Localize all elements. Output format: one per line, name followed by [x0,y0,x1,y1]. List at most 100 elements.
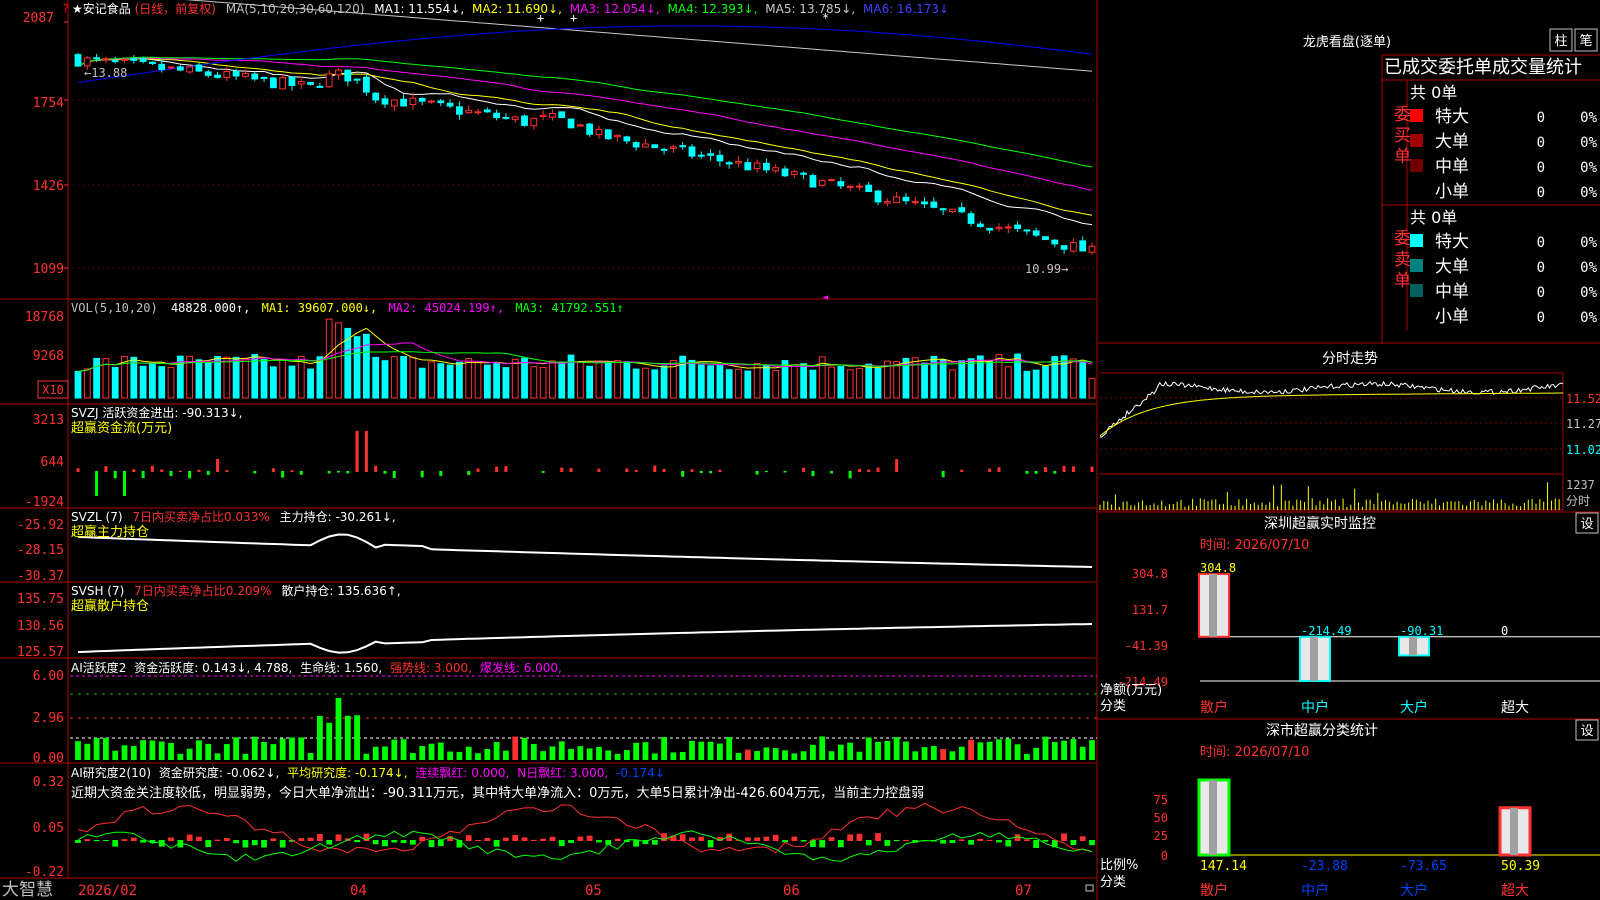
candle-body [539,114,547,118]
fund-flow-bar [178,470,182,472]
activity-bar [977,742,984,760]
fund-flow-bar [281,471,285,478]
monitor-panel[interactable]: 深圳超赢实时监控 设 时间: 2026/07/10 304.8 131.7 -4… [1100,512,1600,716]
candle-body [595,128,603,136]
volume-bar [1060,355,1068,399]
vol-ma2: MA2: 45024.199↑, [388,301,504,315]
research-bar [893,840,900,842]
fund-flow-bar [327,471,331,474]
intraday-volume-bars [1099,482,1560,510]
research-bar [130,837,137,841]
date-tick-3: 06 [783,883,800,899]
fund-flow-bar [374,465,378,472]
candle-body [893,196,901,204]
volume-bar [763,364,770,399]
svsh-panel[interactable]: SVSH (7) 7日内买卖净占比0.209% 散户持仓: 135.636↑, … [17,583,1093,660]
research-bar [577,836,584,841]
research-bar [186,834,193,841]
monitor-settings-label: 设 [1580,517,1593,532]
air-value: 资金研究度: -0.062↓, [159,765,279,780]
fund-flow-bar [848,471,852,479]
activity-bar [791,753,798,760]
fund-flow-bar [346,471,350,474]
activity-bar [270,744,277,760]
candle-body [502,116,510,119]
volume-bar [428,361,435,399]
fund-flow-bar [718,469,722,472]
price-panel[interactable]: ★安记食品 (日线，前复权) MA(5,10,20,30,60,120) MA1… [23,0,1097,303]
classstat-panel[interactable]: 深市超赢分类统计 设 时间: 2026/07/10 75 50 25 0 比例%… [1100,719,1600,899]
fund-flow-bar [1053,471,1057,474]
svg-text:SVZL (7) 7日内买卖净占比0.033%: SVZL (7) 7日内买卖净占比0.033% 主力持仓: -30.261↓, [71,509,396,524]
volume-bar [660,365,668,399]
fund-flow-bar [336,471,340,473]
activity-bar [958,746,965,760]
volume-bar [1051,356,1059,399]
research-bar [800,840,807,842]
candle-body [911,201,919,204]
svzj-panel[interactable]: SVZJ 活跃资金进出: -90.313↓, 超赢资金流(万元) 3213 64… [25,405,1094,510]
candle-body [493,112,501,118]
monitor-value-label: -90.31 [1400,624,1443,638]
research-bar [530,839,537,841]
fund-flow-bar [997,467,1001,472]
candle-body [474,111,482,114]
candle-body [1088,245,1096,253]
lhb-sell-total: 共 0单 [1410,208,1457,227]
volume-bar [474,362,482,399]
activity-bar [986,741,993,760]
research-bar [205,840,212,848]
classstat-title: 深市超赢分类统计 [1266,722,1378,739]
monitor-title: 深圳超赢实时监控 [1264,515,1376,532]
help-icon[interactable]: ? [62,2,69,16]
activity-bar [214,753,221,760]
ma5-value: MA5: 13.785↓, [765,2,855,16]
candle-body [325,73,333,88]
date-tick-2: 05 [585,883,602,899]
volume-bar [856,367,863,399]
fund-flow-bar [299,471,303,475]
monitor-bars: 304.8 散户 -214.49 中户 -90.31 大户 0 超大 [1198,561,1600,716]
vertical-char: 卖 [1394,250,1411,270]
research-bar [1079,836,1086,841]
monitor-bar-shade [1310,636,1318,681]
fund-flow-bar [392,471,396,478]
svzl-name: SVZL (7) [71,510,123,524]
lhb-swatch [1410,284,1423,297]
volume-bar [921,362,928,399]
volume-bar [465,357,473,399]
volume-bar [949,369,956,399]
research-bar [689,837,695,841]
candlestick-series[interactable] [74,53,1096,255]
research-bar [493,840,500,847]
research-bar [298,838,305,841]
candle-body [409,97,417,105]
candle-body [651,144,659,149]
research-bar [540,838,547,841]
aia-axis-label-1: 2.96 [33,711,64,726]
activity-bar [744,749,751,760]
aia-strong: 强势线: 3.000, [390,661,472,675]
lock-icon[interactable] [1085,884,1094,892]
intraday-panel[interactable]: 分时走势 11.52 11.27 11.02 1237 分时 [1099,351,1600,510]
candle-body [642,143,649,148]
svzj-axis-label-0: 3213 [33,413,64,428]
svzl-panel[interactable]: SVZL (7) 7日内买卖净占比0.033% 主力持仓: -30.261↓, … [17,509,1093,584]
vol-value: 48828.000↑, [171,301,250,315]
fund-flow-bar [690,469,694,472]
volume-bar [651,369,659,399]
research-bar [372,840,379,845]
candle-body [344,69,352,82]
monitor-value-label: -214.49 [1301,624,1352,638]
activity-bar [782,750,788,760]
fund-flow-bar [141,471,145,479]
lhb-panel[interactable]: 龙虎看盘(逐单) 柱 笔 已成交委托单成交量统计 共 0单 共 0单 委买单 委… [1303,28,1598,327]
research-bar [847,834,854,841]
lhb-row-count: 0 [1537,310,1545,326]
ai-research-panel[interactable]: AI研究度2(10) 资金研究度: -0.062↓, 平均研究度: -0.174… [25,765,1095,880]
classstat-x-label: 分类 [1100,875,1126,890]
volume-panel[interactable]: VOL(5,10,20) 48828.000↑, MA1: 39607.000↓… [25,301,1096,399]
activity-bar [1070,739,1077,760]
activity-bar [921,747,928,760]
ai-active-panel[interactable]: AI活跃度2 资金活跃度: 0.143↓, 4.788, 生命线: 1.560,… [33,660,1097,766]
